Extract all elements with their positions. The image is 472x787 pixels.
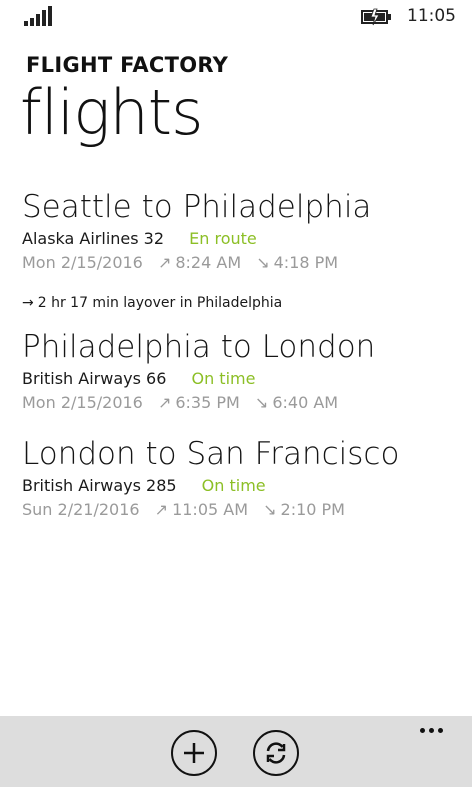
- flight-times-row: Sun 2/21/2016 ↗ 11:05 AM ↘ 2:10 PM: [22, 500, 462, 519]
- flight-item[interactable]: London to San Francisco British Airways …: [22, 436, 462, 519]
- departure-arrow-icon: ↗: [154, 499, 169, 519]
- sync-icon: [266, 742, 286, 764]
- flight-departure-time: 11:05 AM: [172, 499, 249, 519]
- flight-status: On time: [201, 475, 266, 495]
- add-flight-button[interactable]: [171, 730, 217, 776]
- arrival-arrow-icon: ↘: [256, 252, 270, 272]
- flight-times-row: Mon 2/15/2016 ↗ 6:35 PM ↘ 6:40 AM: [22, 393, 462, 412]
- flight-airline: Alaska Airlines 32: [22, 228, 165, 248]
- flight-item[interactable]: Seattle to Philadelphia Alaska Airlines …: [22, 189, 462, 272]
- signal-strength-icon: [24, 6, 52, 26]
- add-icon: [184, 743, 204, 763]
- app-title: FLIGHT FACTORY: [26, 53, 229, 77]
- more-icon[interactable]: [420, 728, 450, 740]
- flight-arrival-time: 4:18 PM: [273, 252, 339, 272]
- arrival-arrow-icon: ↘: [254, 392, 269, 412]
- page-title: flights: [20, 76, 203, 149]
- status-clock: 11:05: [407, 6, 456, 26]
- flight-airline-row: Alaska Airlines 32 En route: [22, 229, 462, 248]
- flight-departure-time: 6:35 PM: [175, 392, 240, 412]
- flight-airline-row: British Airways 66 On time: [22, 369, 462, 388]
- status-bar: 11:05: [0, 0, 472, 34]
- departure-arrow-icon: ↗: [157, 252, 172, 272]
- flight-date: Mon 2/15/2016: [22, 392, 143, 412]
- flight-airline: British Airways 66: [22, 368, 167, 388]
- flight-arrival-time: 6:40 AM: [272, 392, 339, 412]
- flight-times-row: Mon 2/15/2016 ↗ 8:24 AM ↘ 4:18 PM: [22, 253, 462, 272]
- flight-departure-time: 8:24 AM: [175, 252, 242, 272]
- flight-status: En route: [189, 228, 257, 248]
- layover-note: → 2 hr 17 min layover in Philadelphia: [22, 295, 282, 311]
- flight-route: Seattle to Philadelphia: [22, 189, 372, 225]
- layover-text: 2 hr 17 min layover in Philadelphia: [37, 295, 283, 311]
- app-bar: [0, 716, 472, 787]
- refresh-button[interactable]: [253, 730, 299, 776]
- flight-airline-row: British Airways 285 On time: [22, 476, 462, 495]
- flight-route: Philadelphia to London: [22, 329, 376, 365]
- battery-charging-icon: [361, 8, 391, 26]
- flight-date: Mon 2/15/2016: [22, 252, 143, 272]
- flight-airline: British Airways 285: [22, 475, 177, 495]
- flight-status: On time: [191, 368, 256, 388]
- flight-item[interactable]: Philadelphia to London British Airways 6…: [22, 329, 462, 412]
- layover-arrow-icon: →: [22, 295, 34, 311]
- flight-route: London to San Francisco: [22, 436, 400, 472]
- departure-arrow-icon: ↗: [157, 392, 172, 412]
- arrival-arrow-icon: ↘: [263, 499, 277, 519]
- flight-arrival-time: 2:10 PM: [280, 499, 345, 519]
- flight-date: Sun 2/21/2016: [22, 499, 140, 519]
